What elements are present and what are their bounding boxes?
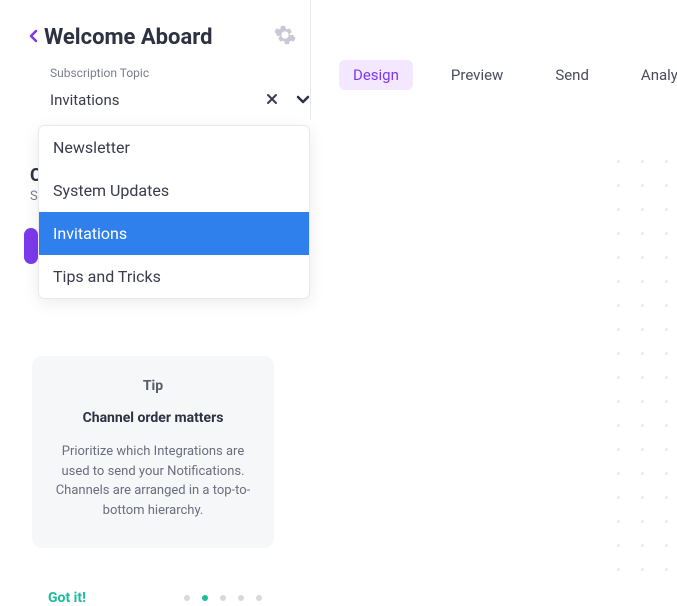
tab-analytics[interactable]: Analytics	[627, 60, 677, 90]
tabs-nav: Design Preview Send Analytics	[310, 0, 677, 120]
gear-icon[interactable]	[274, 24, 296, 50]
dropdown-selected-value: Invitations	[50, 91, 119, 109]
back-chevron-icon[interactable]	[28, 27, 38, 48]
tab-send[interactable]: Send	[541, 60, 603, 90]
subscription-dropdown-list: NewsletterSystem UpdatesInvitationsTips …	[38, 125, 310, 299]
tab-design[interactable]: Design	[339, 60, 413, 90]
subscription-topic-label: Subscription Topic	[50, 66, 310, 80]
subscription-topic-dropdown[interactable]: Invitations	[50, 90, 310, 109]
obscured-step-pill	[24, 228, 38, 264]
dropdown-option[interactable]: System Updates	[39, 169, 309, 212]
tip-body: Prioritize which Integrations are used t…	[48, 442, 258, 520]
dropdown-option[interactable]: Newsletter	[39, 126, 309, 169]
dropdown-option[interactable]: Tips and Tricks	[39, 255, 309, 298]
pagination-dot[interactable]	[220, 595, 226, 601]
tip-title: Channel order matters	[48, 410, 258, 426]
pagination-dot[interactable]	[256, 595, 262, 601]
pagination-dot[interactable]	[202, 595, 208, 601]
tip-label: Tip	[48, 378, 258, 394]
tab-preview[interactable]: Preview	[437, 60, 517, 90]
chevron-down-icon[interactable]	[296, 90, 310, 109]
page-title: Welcome Aboard	[44, 25, 213, 50]
tip-card: Tip Channel order matters Prioritize whi…	[32, 356, 274, 548]
decorative-dots	[607, 160, 677, 590]
got-it-button[interactable]: Got it!	[48, 590, 86, 606]
pagination-dot[interactable]	[184, 595, 190, 601]
pagination-dot[interactable]	[238, 595, 244, 601]
dropdown-option[interactable]: Invitations	[39, 212, 309, 255]
obscured-subtext: S	[30, 189, 38, 204]
tip-pagination-dots	[184, 595, 262, 601]
clear-icon[interactable]	[266, 91, 278, 109]
